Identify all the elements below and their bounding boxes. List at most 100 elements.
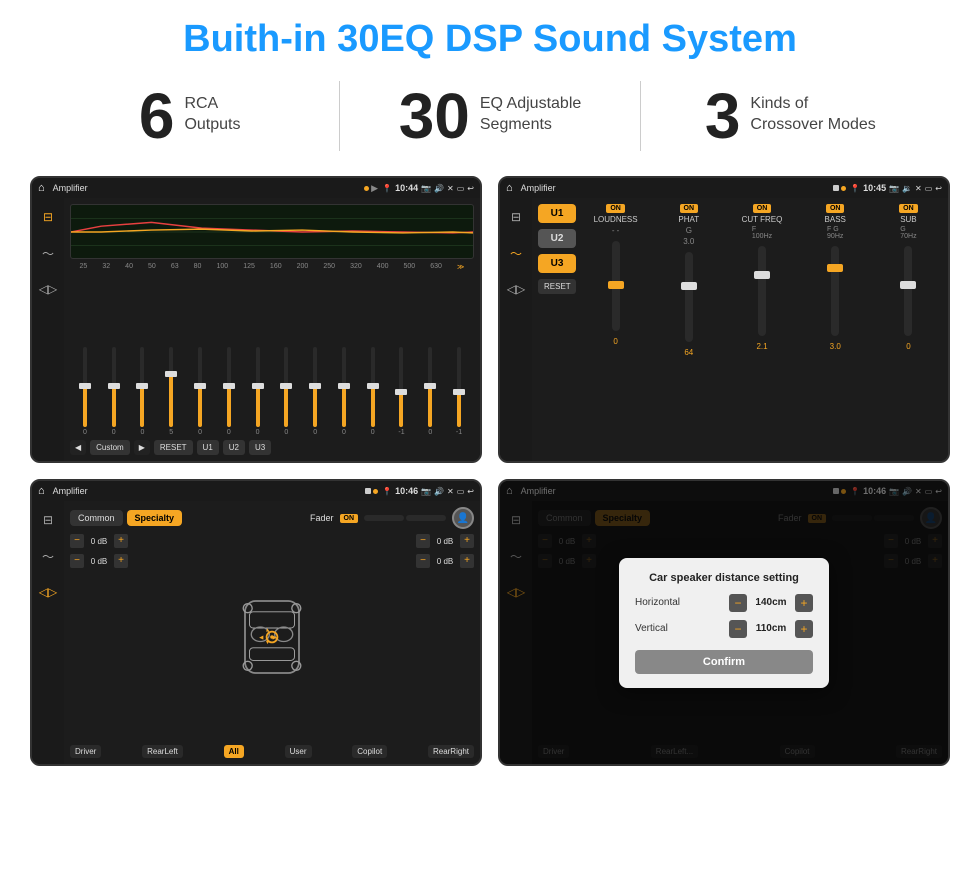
xo-window-icon: ▭ <box>925 184 933 193</box>
confirm-btn[interactable]: Confirm <box>635 650 813 674</box>
phat-on-badge: ON <box>680 204 699 213</box>
loudness-slider[interactable] <box>612 241 620 331</box>
horizontal-plus-btn[interactable]: + <box>795 594 813 612</box>
fader-header: Fader ON 👤 <box>310 507 474 529</box>
specialty-tab[interactable]: Specialty <box>127 510 183 526</box>
xo-u1-btn[interactable]: U1 <box>538 204 576 223</box>
loudness-on-badge: ON <box>606 204 625 213</box>
stat-text-rca: RCA Outputs <box>184 84 240 136</box>
eq-slider-8[interactable]: 0 <box>273 347 299 436</box>
xo-sidebar-speaker-icon[interactable]: ◁▷ <box>505 278 527 300</box>
profile-icon[interactable]: 👤 <box>452 507 474 529</box>
eq-time: 10:44 <box>395 183 418 193</box>
eq-slider-11[interactable]: 0 <box>360 347 386 436</box>
eq-u3-btn[interactable]: U3 <box>249 440 271 455</box>
dialog-horizontal-label: Horizontal <box>635 597 695 608</box>
fader-sidebar-wave-icon[interactable]: 〜 <box>37 545 59 567</box>
eq-prev-btn[interactable]: ◀ <box>70 440 86 455</box>
fader-slider-h2[interactable] <box>406 515 446 521</box>
eq-reset-btn[interactable]: RESET <box>154 440 193 455</box>
vertical-plus-btn[interactable]: + <box>795 620 813 638</box>
fader-on-badge: ON <box>340 514 359 523</box>
driver-btn[interactable]: Driver <box>70 745 101 758</box>
fader-volume-icon: 🔊 <box>434 487 444 496</box>
vertical-minus-btn[interactable]: − <box>729 620 747 638</box>
fader-time: 10:46 <box>395 486 418 496</box>
eq-slider-9[interactable]: 0 <box>302 347 328 436</box>
stat-rca: 6 RCA Outputs <box>60 84 319 148</box>
eq-sidebar-wave-icon[interactable]: 〜 <box>37 242 59 264</box>
stat-number-rca: 6 <box>139 84 175 148</box>
car-diagram-svg: ▲ ▼ ◀ ▶ <box>217 592 327 682</box>
xo-back-icon: ↩ <box>935 184 942 193</box>
user-btn[interactable]: User <box>285 745 312 758</box>
db3-minus-btn[interactable]: − <box>416 534 430 548</box>
fader-sidebar-speaker-icon[interactable]: ◁▷ <box>37 581 59 603</box>
fader-db-left: − 0 dB + − 0 dB + <box>70 534 140 740</box>
eq-slider-14[interactable]: -1 <box>446 347 472 436</box>
eq-slider-7[interactable]: 0 <box>245 347 271 436</box>
xo-channel-phat: ON PHAT G 3.0 64 <box>655 204 722 455</box>
eq-next-btn[interactable]: ▶ <box>134 440 150 455</box>
eq-screen-body: ⊟ 〜 ◁▷ <box>32 198 480 461</box>
db1-plus-btn[interactable]: + <box>114 534 128 548</box>
xo-sidebar-filter-icon[interactable]: ⊟ <box>505 206 527 228</box>
fader-back-icon: ↩ <box>467 487 474 496</box>
rearleft-btn[interactable]: RearLeft <box>142 745 183 758</box>
dialog-vertical-ctrl: − 110cm + <box>729 620 813 638</box>
eq-slider-6[interactable]: 0 <box>216 347 242 436</box>
eq-slider-10[interactable]: 0 <box>331 347 357 436</box>
xo-reset-btn[interactable]: RESET <box>538 279 576 294</box>
eq-slider-4[interactable]: 5 <box>158 347 184 436</box>
db-row-1: − 0 dB + <box>70 534 140 548</box>
eq-u2-btn[interactable]: U2 <box>223 440 245 455</box>
eq-slider-1[interactable]: 0 <box>72 347 98 436</box>
cutfreq-slider[interactable] <box>758 246 766 336</box>
eq-sidebar-filter-icon[interactable]: ⊟ <box>37 206 59 228</box>
horizontal-minus-btn[interactable]: − <box>729 594 747 612</box>
rearright-btn[interactable]: RearRight <box>428 745 474 758</box>
all-btn[interactable]: All <box>224 745 244 758</box>
db2-plus-btn[interactable]: + <box>114 554 128 568</box>
eq-slider-3[interactable]: 0 <box>130 347 156 436</box>
eq-slider-5[interactable]: 0 <box>187 347 213 436</box>
eq-status-bar: ⌂ Amplifier ▶ 📍 10:44 📷 🔊 ✕ ▭ ↩ <box>32 178 480 198</box>
eq-app-name: Amplifier <box>53 183 361 193</box>
xo-volume-icon: 🔉 <box>902 184 912 193</box>
dot2-icon <box>841 186 846 191</box>
xo-dots <box>833 185 846 191</box>
dot-icon <box>364 186 369 191</box>
eq-sidebar-speaker-icon[interactable]: ◁▷ <box>37 278 59 300</box>
xo-channel-sub: ON SUB G70Hz 0 <box>875 204 942 455</box>
xo-home-icon[interactable]: ⌂ <box>506 182 513 194</box>
sub-slider[interactable] <box>904 246 912 336</box>
db2-minus-btn[interactable]: − <box>70 554 84 568</box>
phat-slider[interactable] <box>685 252 693 342</box>
fader-grid: − 0 dB + − 0 dB + <box>70 534 474 740</box>
xo-u2-btn[interactable]: U2 <box>538 229 576 248</box>
db1-minus-btn[interactable]: − <box>70 534 84 548</box>
dialog-screen: ⌂ Amplifier 📍 10:46 📷 🔊 ✕ ▭ ↩ ⊟ 〜 ◁▷ <box>498 479 950 766</box>
stat-crossover: 3 Kinds of Crossover Modes <box>661 84 920 148</box>
db4-plus-btn[interactable]: + <box>460 554 474 568</box>
eq-slider-2[interactable]: 0 <box>101 347 127 436</box>
eq-custom-btn[interactable]: Custom <box>90 440 130 455</box>
fader-camera-icon: 📷 <box>421 487 431 496</box>
sub-on-badge: ON <box>899 204 918 213</box>
common-tab[interactable]: Common <box>70 510 123 526</box>
xo-sidebar-wave-icon[interactable]: 〜 <box>505 242 527 264</box>
xo-u3-btn[interactable]: U3 <box>538 254 576 273</box>
db3-plus-btn[interactable]: + <box>460 534 474 548</box>
eq-bottom-bar: ◀ Custom ▶ RESET U1 U2 U3 <box>70 440 474 455</box>
copilot-btn[interactable]: Copilot <box>352 745 387 758</box>
db4-minus-btn[interactable]: − <box>416 554 430 568</box>
fader-home-icon[interactable]: ⌂ <box>38 485 45 497</box>
eq-slider-12[interactable]: -1 <box>389 347 415 436</box>
eq-slider-13[interactable]: 0 <box>417 347 443 436</box>
home-icon[interactable]: ⌂ <box>38 182 45 194</box>
dot3-icon <box>373 489 378 494</box>
fader-slider-h1[interactable] <box>364 515 404 521</box>
eq-u1-btn[interactable]: U1 <box>197 440 219 455</box>
fader-sidebar-filter-icon[interactable]: ⊟ <box>37 509 59 531</box>
bass-slider[interactable] <box>831 246 839 336</box>
